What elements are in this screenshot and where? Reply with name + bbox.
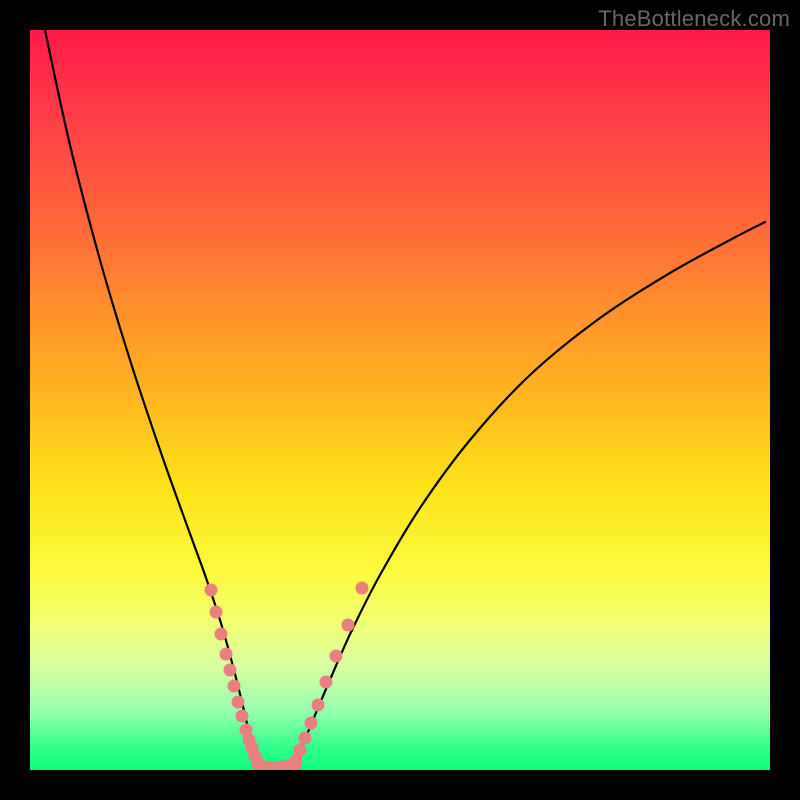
dots-right-group xyxy=(290,582,369,767)
data-dot xyxy=(232,696,245,709)
data-dot xyxy=(294,744,307,757)
watermark-text: TheBottleneck.com xyxy=(598,6,790,32)
data-dot xyxy=(228,680,241,693)
data-dot xyxy=(252,757,265,770)
data-dot xyxy=(312,699,325,712)
curves-svg xyxy=(30,30,770,770)
data-dot xyxy=(305,717,318,730)
chart-container: TheBottleneck.com xyxy=(0,0,800,800)
curve-right xyxy=(294,222,765,762)
data-dot xyxy=(299,732,312,745)
data-dot xyxy=(320,676,333,689)
data-dot xyxy=(330,650,343,663)
data-dot xyxy=(205,584,218,597)
data-dot xyxy=(210,606,223,619)
data-dot xyxy=(342,619,355,632)
data-dot xyxy=(220,648,233,661)
data-dot xyxy=(356,582,369,595)
data-dot xyxy=(236,710,249,723)
plot-area xyxy=(30,30,770,770)
data-dot xyxy=(224,664,237,677)
data-dot xyxy=(215,628,228,641)
